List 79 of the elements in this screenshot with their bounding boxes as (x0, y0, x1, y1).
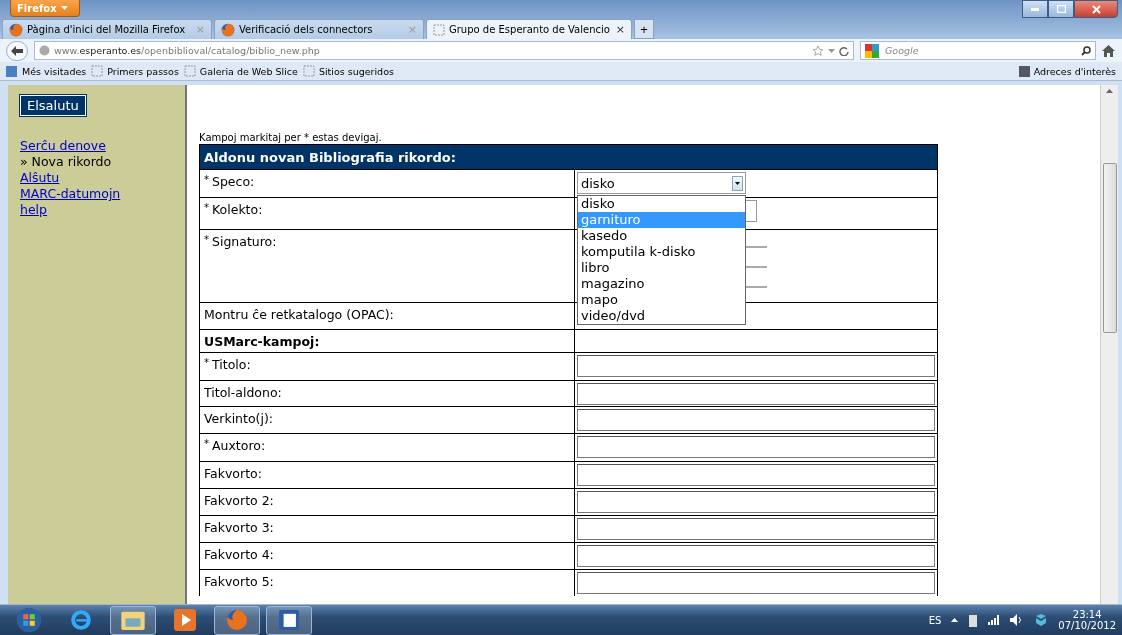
bookmark-link[interactable]: Adreces d'interès (1018, 65, 1116, 77)
bookmark-icon (6, 65, 17, 77)
required-note: Kampoj markitaj per * estas devigaj. (199, 131, 383, 144)
folder-icon[interactable] (110, 605, 156, 635)
sidebar-link[interactable]: Serĉu denove (20, 138, 173, 154)
field-label: Fakvorto 4: (200, 543, 575, 569)
back-arrow-icon (11, 45, 23, 56)
browser-tab[interactable]: Verificació dels connectors × (214, 19, 424, 39)
maximize-icon (1056, 5, 1066, 13)
up-arrow-icon[interactable] (951, 618, 959, 622)
minimize-icon (1031, 7, 1039, 11)
field-label: * Titolo: (200, 353, 575, 380)
sidebar-link[interactable]: help (20, 202, 173, 218)
input-field[interactable] (577, 545, 935, 567)
caret-icon (60, 6, 68, 10)
globe-icon (39, 45, 50, 56)
star-icon[interactable] (812, 44, 824, 57)
new-tab-button[interactable]: + (634, 19, 654, 39)
blank-page-icon (91, 65, 104, 77)
minimize-button[interactable] (1022, 0, 1048, 18)
search-icon[interactable] (1081, 45, 1091, 56)
bookmark-link[interactable]: Sitios sugeridos (302, 65, 394, 77)
bookmark-link[interactable]: Primers passos (91, 65, 179, 77)
logout-button[interactable]: Elsalutu (20, 95, 86, 116)
field-label: Fakvorto: (200, 462, 575, 488)
bookmark-link[interactable]: Més visitades (22, 65, 87, 77)
input-field[interactable] (577, 464, 935, 486)
firefox-icon (226, 609, 248, 631)
input-field[interactable] (577, 518, 935, 540)
blank-page-icon (183, 65, 196, 77)
back-button[interactable] (6, 40, 28, 61)
input-field[interactable] (577, 572, 935, 594)
star-box-icon (1018, 65, 1030, 77)
browser-tab[interactable]: Grupo de Esperanto de Valencio × (426, 19, 632, 39)
firefox-icon (9, 22, 23, 37)
field-label: Fakvorto 3: (200, 516, 575, 542)
field-label: Fakvorto 5: (200, 570, 575, 596)
input-field[interactable] (577, 355, 935, 377)
document-w-icon[interactable] (266, 605, 312, 635)
input-field[interactable] (577, 409, 935, 431)
field-label: * Auxtoro: (200, 434, 575, 461)
select-field[interactable]: disko (577, 172, 746, 194)
address-bar[interactable]: www.esperanto.es/openbiblioval/catalog/biblio_new.php (34, 41, 854, 60)
close-button[interactable] (1074, 0, 1118, 18)
signal-icon[interactable] (988, 615, 1001, 625)
box-icon[interactable] (1034, 613, 1049, 627)
search-engine-icon[interactable] (865, 43, 879, 58)
firefox-icon (221, 22, 235, 37)
maximize-button[interactable] (1048, 0, 1074, 18)
reload-icon[interactable] (839, 45, 849, 56)
field-label: Montru ĉe retkatalogo (OPAC): (200, 303, 575, 329)
field-label: Verkinto(j): (200, 407, 575, 433)
blank-page-icon (433, 23, 445, 36)
input-field[interactable] (577, 383, 935, 405)
field-label: Fakvorto 2: (200, 489, 575, 515)
bookmark-link[interactable]: Galeria de Web Slice (183, 65, 298, 77)
caret-icon (735, 181, 740, 185)
sidebar-link[interactable]: Alŝutu (20, 170, 173, 186)
search-bar[interactable]: Google (860, 41, 1096, 60)
home-icon[interactable] (1102, 44, 1115, 57)
input-field[interactable] (577, 491, 935, 513)
field-label: * Signaturo: (200, 230, 575, 302)
field-label: * Speco: (200, 170, 575, 197)
current-page-label: » Nova rikordo (20, 154, 113, 170)
browser-tab[interactable]: Pàgina d'inici del Mozilla Firefox × (2, 19, 212, 39)
form-title: Aldonu novan Bibliografia rikordo: (200, 145, 937, 169)
scrollbar[interactable] (1100, 85, 1118, 604)
input-field[interactable] (577, 436, 935, 458)
up-arrow-icon[interactable] (1106, 89, 1113, 93)
firefox-taskbar-button[interactable] (214, 605, 260, 635)
close-icon (1091, 4, 1101, 14)
blank-page-icon (302, 65, 315, 77)
field-label: * Kolekto: (200, 198, 575, 229)
language-indicator[interactable]: ES (928, 614, 942, 626)
clock[interactable]: 23:14 07/10/2012 (1058, 609, 1116, 631)
dropdown-icon[interactable] (828, 48, 835, 53)
section-heading: USMarc-kampoj: (200, 330, 575, 353)
sidebar-link[interactable]: MARC-datumojn (20, 186, 173, 202)
field-label: Titol-aldono: (200, 381, 575, 407)
